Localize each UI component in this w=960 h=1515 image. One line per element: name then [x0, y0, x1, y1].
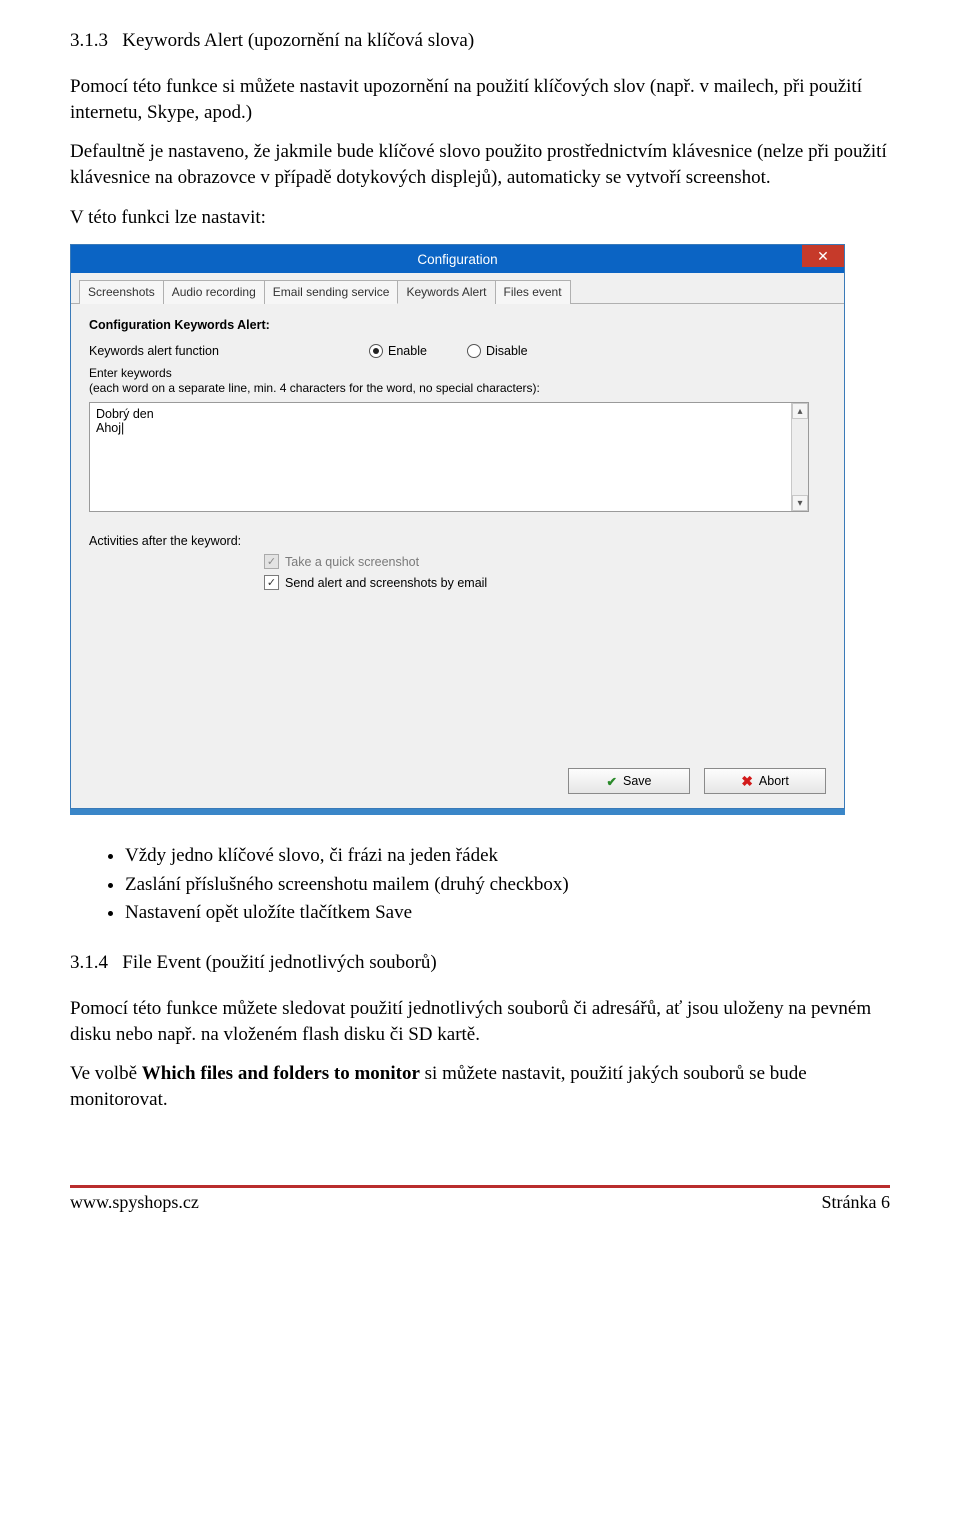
abort-button[interactable]: ✖ Abort: [704, 768, 826, 794]
close-icon[interactable]: ✕: [802, 245, 844, 267]
scroll-down-icon[interactable]: ▾: [792, 495, 808, 511]
heading-314: 3.1.4 File Event (použití jednotlivých s…: [70, 952, 890, 974]
sec-title: Keywords Alert (upozornění na klíčová sl…: [122, 30, 474, 51]
page-footer: www.spyshops.cz Stránka 6: [0, 1188, 960, 1243]
tab-keywords-alert[interactable]: Keywords Alert: [397, 280, 495, 304]
tab-screenshots[interactable]: Screenshots: [79, 280, 164, 304]
para-313-canset: V této funkci lze nastavit:: [70, 205, 890, 231]
para-314-intro: Pomocí této funkce můžete sledovat použi…: [70, 996, 890, 1047]
keyword-line: Ahoj|: [96, 421, 802, 435]
radio-dot-icon: [467, 344, 481, 358]
abort-button-label: Abort: [759, 774, 789, 788]
para-314-which: Ve volbě Which files and folders to moni…: [70, 1061, 890, 1112]
scrollbar[interactable]: ▴ ▾: [791, 403, 808, 511]
checkbox-label: Take a quick screenshot: [285, 555, 419, 569]
footer-page: Stránka 6: [822, 1192, 890, 1213]
sec-num: 3.1.3: [70, 30, 108, 51]
checkbox-take-screenshot[interactable]: ✓ Take a quick screenshot: [264, 554, 419, 569]
keywords-textarea[interactable]: Dobrý den Ahoj| ▴ ▾: [89, 402, 809, 512]
radio-dot-icon: [369, 344, 383, 358]
group-title: Configuration Keywords Alert:: [89, 318, 826, 332]
dialog-tabs: Screenshots Audio recording Email sendin…: [71, 273, 844, 304]
dialog-bottom-accent: [70, 809, 845, 815]
bullets-313: Vždy jedno klíčové slovo, či frázi na je…: [70, 843, 890, 926]
tab-audio-recording[interactable]: Audio recording: [163, 280, 265, 304]
checkbox-label: Send alert and screenshots by email: [285, 576, 487, 590]
activities-label: Activities after the keyword:: [89, 534, 369, 548]
check-icon: ✔: [607, 774, 617, 789]
radio-disable-label: Disable: [486, 344, 528, 358]
scroll-up-icon[interactable]: ▴: [792, 403, 808, 419]
dialog-title: Configuration: [417, 252, 497, 267]
para-313-default: Defaultně je nastaveno, že jakmile bude …: [70, 139, 890, 190]
dialog-titlebar[interactable]: Configuration ✕: [71, 245, 844, 273]
which-files-option: Which files and folders to monitor: [142, 1063, 420, 1084]
enter-keywords-label: Enter keywords (each word on a separate …: [89, 366, 826, 396]
tab-files-event[interactable]: Files event: [495, 280, 571, 304]
keywords-function-label: Keywords alert function: [89, 344, 369, 358]
save-button[interactable]: ✔ Save: [568, 768, 690, 794]
checkbox-icon: ✓: [264, 554, 279, 569]
para-313-intro: Pomocí této funkce si můžete nastavit up…: [70, 74, 890, 125]
radio-enable[interactable]: Enable: [369, 344, 427, 358]
sec-title: File Event (použití jednotlivých souborů…: [122, 952, 437, 973]
sec-num: 3.1.4: [70, 952, 108, 973]
list-item: Nastavení opět uložíte tlačítkem Save: [125, 900, 890, 926]
checkbox-icon: ✓: [264, 575, 279, 590]
list-item: Zaslání příslušného screenshotu mailem (…: [125, 872, 890, 898]
radio-enable-label: Enable: [388, 344, 427, 358]
checkbox-send-email[interactable]: ✓ Send alert and screenshots by email: [264, 575, 487, 590]
list-item: Vždy jedno klíčové slovo, či frázi na je…: [125, 843, 890, 869]
config-dialog-screenshot: Configuration ✕ Screenshots Audio record…: [70, 244, 845, 815]
close-icon: ✖: [741, 773, 753, 790]
footer-site: www.spyshops.cz: [70, 1192, 199, 1213]
keyword-line: Dobrý den: [96, 407, 802, 421]
radio-disable[interactable]: Disable: [467, 344, 528, 358]
save-button-label: Save: [623, 774, 652, 788]
tab-email-sending[interactable]: Email sending service: [264, 280, 399, 304]
heading-313: 3.1.3 Keywords Alert (upozornění na klíč…: [70, 30, 890, 52]
